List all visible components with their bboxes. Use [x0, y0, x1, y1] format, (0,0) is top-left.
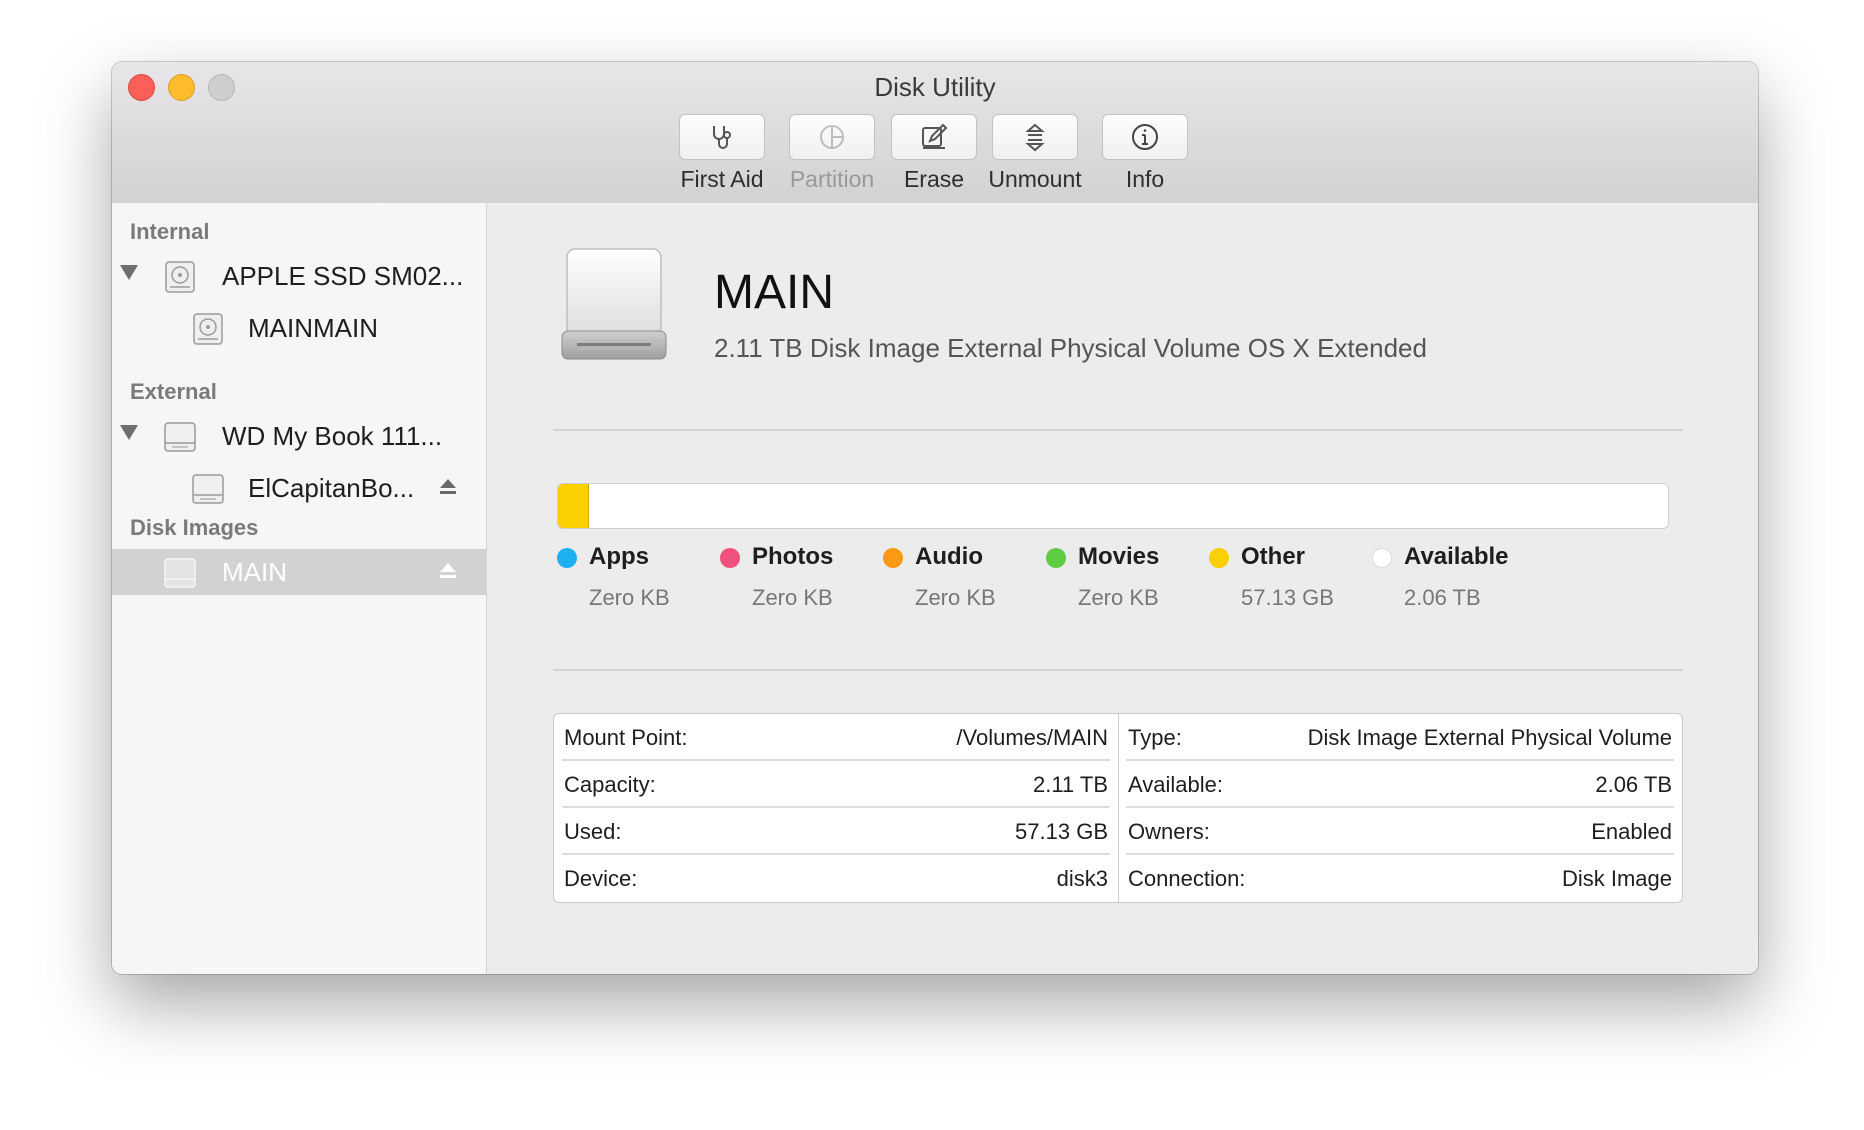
volume-description: 2.11 TB Disk Image External Physical Vol… — [714, 333, 1427, 363]
unmount-button[interactable]: Unmount — [980, 114, 1090, 193]
available-color-dot — [1372, 548, 1392, 568]
info-value: 57.13 GB — [1015, 818, 1108, 844]
sidebar-item-apple-ssd[interactable]: APPLE SSD SM02... — [112, 253, 486, 299]
info-value: Disk Image — [1561, 865, 1672, 891]
info-row-available: Available: 2.06 TB — [1118, 761, 1682, 808]
info-label: Used: — [564, 818, 622, 844]
legend-label: Audio — [915, 543, 983, 570]
internal-disk-icon — [165, 261, 195, 293]
sidebar-item-label: MAIN — [222, 557, 287, 587]
info-button[interactable]: Info — [1102, 114, 1188, 193]
info-row-mount-point: Mount Point: /Volumes/MAIN — [554, 714, 1118, 761]
erase-button[interactable]: Erase — [886, 114, 982, 193]
info-row-type: Type: Disk Image External Physical Volum… — [1118, 714, 1682, 761]
info-value: Enabled — [1591, 818, 1672, 844]
disclosure-triangle-icon[interactable] — [120, 425, 138, 440]
disk-utility-window: Disk Utility First Aid Partition Erase U… — [112, 62, 1758, 974]
audio-color-dot — [883, 548, 903, 568]
first-aid-label: First Aid — [680, 166, 764, 192]
volume-info-table: Mount Point: /Volumes/MAIN Capacity: 2.1… — [553, 713, 1683, 903]
section-external: External — [130, 379, 217, 404]
titlebar: Disk Utility First Aid Partition Erase U… — [112, 62, 1758, 204]
section-disk-images: Disk Images — [130, 515, 259, 540]
erase-icon — [922, 123, 948, 149]
disk-image-icon — [164, 558, 196, 588]
info-row-owners: Owners: Enabled — [1118, 808, 1682, 855]
unmount-icon — [1025, 123, 1045, 152]
info-value: Disk Image External Physical Volume — [1307, 724, 1672, 750]
eject-icon[interactable] — [438, 477, 458, 497]
legend-value: Zero KB — [915, 585, 996, 610]
eject-icon[interactable] — [438, 561, 458, 581]
other-color-dot — [1209, 548, 1229, 568]
info-label: Available: — [1128, 771, 1223, 797]
sidebar-item-label: ElCapitanBo... — [248, 473, 415, 503]
divider — [553, 669, 1683, 671]
info-row-device: Device: disk3 — [554, 855, 1118, 902]
window-title: Disk Utility — [874, 72, 996, 102]
legend-label: Available — [1404, 543, 1509, 570]
external-disk-icon — [164, 422, 196, 452]
info-label: Capacity: — [564, 771, 656, 797]
stethoscope-icon — [713, 126, 731, 149]
info-label: Mount Point: — [564, 724, 688, 750]
main-pane: MAIN 2.11 TB Disk Image External Physica… — [487, 203, 1758, 974]
info-label: Device: — [564, 865, 638, 891]
first-aid-button[interactable]: First Aid — [670, 114, 774, 193]
apps-color-dot — [557, 548, 577, 568]
legend-label: Apps — [589, 543, 649, 570]
legend-value: Zero KB — [1078, 585, 1159, 610]
sidebar: Internal APPLE SSD SM02... MAINMAIN Exte… — [112, 203, 487, 974]
erase-label: Erase — [903, 166, 965, 192]
legend-label: Movies — [1078, 543, 1160, 570]
info-label: Type: — [1128, 724, 1182, 750]
info-label: Owners: — [1128, 818, 1210, 844]
legend-label: Other — [1241, 543, 1306, 570]
volume-name: MAIN — [714, 266, 834, 319]
info-icon — [1132, 124, 1158, 150]
partition-label: Partition — [789, 166, 875, 192]
legend-value: 57.13 GB — [1241, 585, 1334, 610]
sidebar-item-label: MAINMAIN — [248, 313, 378, 343]
info-value: disk3 — [1056, 865, 1108, 891]
info-column-left: Mount Point: /Volumes/MAIN Capacity: 2.1… — [554, 714, 1119, 902]
sidebar-item-wd-my-book[interactable]: WD My Book 111... — [112, 413, 486, 459]
partition-icon — [820, 125, 844, 149]
info-value: 2.11 TB — [1032, 771, 1108, 797]
info-row-connection: Connection: Disk Image — [1118, 855, 1682, 902]
sidebar-item-main[interactable]: MAIN — [112, 549, 486, 595]
legend-value: Zero KB — [589, 585, 670, 610]
sidebar-item-mainmain[interactable]: MAINMAIN — [112, 305, 486, 351]
sidebar-item-elcapitanbo[interactable]: ElCapitanBo... — [112, 465, 486, 511]
sidebar-item-label: WD My Book 111... — [222, 421, 443, 451]
legend-label: Photos — [752, 543, 834, 570]
usage-bar — [557, 483, 1669, 529]
disclosure-triangle-icon[interactable] — [120, 265, 138, 280]
movies-color-dot — [1046, 548, 1066, 568]
external-volume-icon — [192, 474, 224, 504]
info-label: Connection: — [1128, 865, 1246, 891]
internal-volume-icon — [193, 313, 223, 345]
divider — [553, 429, 1683, 431]
legend-value: 2.06 TB — [1404, 585, 1481, 610]
info-column-right: Type: Disk Image External Physical Volum… — [1118, 714, 1682, 902]
info-row-used: Used: 57.13 GB — [554, 808, 1118, 855]
info-row-capacity: Capacity: 2.11 TB — [554, 761, 1118, 808]
volume-drive-icon — [561, 248, 667, 360]
photos-color-dot — [720, 548, 740, 568]
partition-button[interactable]: Partition — [780, 114, 884, 193]
section-internal: Internal — [130, 219, 210, 244]
usage-bar-other-fill — [558, 484, 589, 528]
info-value: 2.06 TB — [1595, 771, 1672, 797]
info-value: /Volumes/MAIN — [956, 724, 1108, 750]
sidebar-item-label: APPLE SSD SM02... — [222, 261, 464, 291]
legend-value: Zero KB — [752, 585, 833, 610]
info-label: Info — [1125, 166, 1165, 192]
unmount-label: Unmount — [988, 166, 1082, 192]
